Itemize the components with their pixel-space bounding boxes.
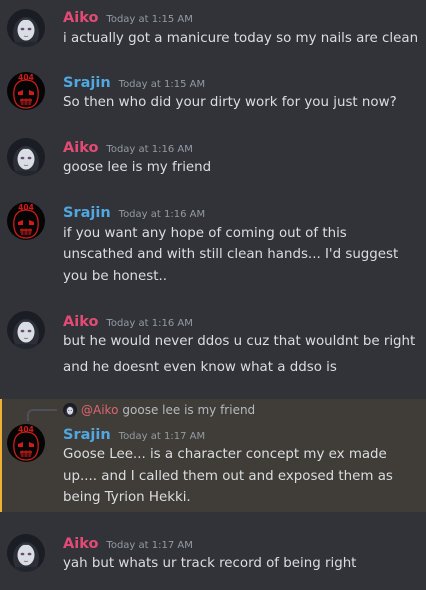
chat-log: Aiko Today at 1:15 AM i actually got a ma… [0, 0, 426, 590]
message-header: Aiko Today at 1:16 AM [63, 138, 193, 159]
pale-face-avatar-icon [7, 9, 45, 47]
message-header: Srajin Today at 1:15 AM [63, 73, 205, 94]
message-header: Srajin Today at 1:16 AM [63, 203, 205, 224]
username[interactable]: Srajin [63, 205, 111, 221]
message-text: but he would never ddos u cuz that would… [63, 334, 416, 349]
message-header: Aiko Today at 1:16 AM [63, 312, 193, 333]
pale-face-avatar-icon [7, 534, 45, 572]
reply-reference[interactable]: @Aiko goose lee is my friend [63, 402, 255, 418]
message-text: if you want any hope of coming out of th… [63, 226, 347, 241]
message-text: and he doesnt even know what a ddso is [63, 360, 337, 375]
message-text: being Tyrion Hekki. [63, 490, 191, 505]
reply-preview[interactable]: goose lee is my friend [122, 403, 255, 417]
message-text: i actually got a manicure today so my na… [63, 31, 419, 46]
timestamp: Today at 1:15 AM [118, 79, 206, 90]
pale-face-avatar-icon [63, 403, 77, 417]
pale-face-avatar-icon [7, 311, 45, 349]
message-text: up.... and I called them out and exposed… [63, 469, 393, 484]
username[interactable]: Srajin [63, 427, 111, 443]
username[interactable]: Srajin [63, 75, 111, 91]
red-404-mask-avatar-icon: 404 [7, 202, 45, 240]
avatar[interactable] [7, 9, 45, 47]
message-text: Goose Lee... is a character concept my e… [63, 447, 387, 462]
avatar[interactable]: 404 [7, 202, 45, 240]
mention-highlight-bar [0, 399, 2, 512]
avatar[interactable]: 404 [7, 72, 45, 110]
svg-text:404: 404 [18, 425, 34, 434]
message-text: goose lee is my friend [63, 160, 212, 175]
reply-spine [27, 409, 57, 421]
reply-mention[interactable]: @Aiko [81, 403, 118, 417]
timestamp: Today at 1:17 AM [118, 431, 206, 442]
message-header: Aiko Today at 1:15 AM [63, 8, 193, 29]
svg-text:404: 404 [18, 73, 34, 82]
avatar[interactable] [7, 138, 45, 176]
message-header: Aiko Today at 1:17 AM [63, 534, 193, 555]
red-404-mask-avatar-icon: 404 [7, 424, 45, 462]
username[interactable]: Aiko [63, 10, 98, 26]
timestamp: Today at 1:15 AM [106, 14, 193, 25]
avatar[interactable] [7, 534, 45, 572]
avatar[interactable]: 404 [7, 424, 45, 462]
svg-text:404: 404 [18, 203, 34, 212]
message-text: you be honest.. [63, 269, 167, 284]
message-text: yah but whats ur track record of being r… [63, 556, 357, 571]
avatar[interactable] [7, 311, 45, 349]
timestamp: Today at 1:17 AM [106, 540, 193, 551]
pale-face-avatar-icon [7, 138, 45, 176]
timestamp: Today at 1:16 AM [118, 209, 206, 220]
message-text: So then who did your dirty work for you … [63, 95, 397, 110]
message-header: Srajin Today at 1:17 AM [63, 425, 205, 446]
username[interactable]: Aiko [63, 314, 98, 330]
username[interactable]: Aiko [63, 536, 98, 552]
timestamp: Today at 1:16 AM [106, 144, 193, 155]
message-text: unscathed and with still clean hands... … [63, 247, 399, 262]
timestamp: Today at 1:16 AM [106, 318, 193, 329]
reply-avatar [63, 403, 77, 417]
red-404-mask-avatar-icon: 404 [7, 72, 45, 110]
username[interactable]: Aiko [63, 140, 98, 156]
